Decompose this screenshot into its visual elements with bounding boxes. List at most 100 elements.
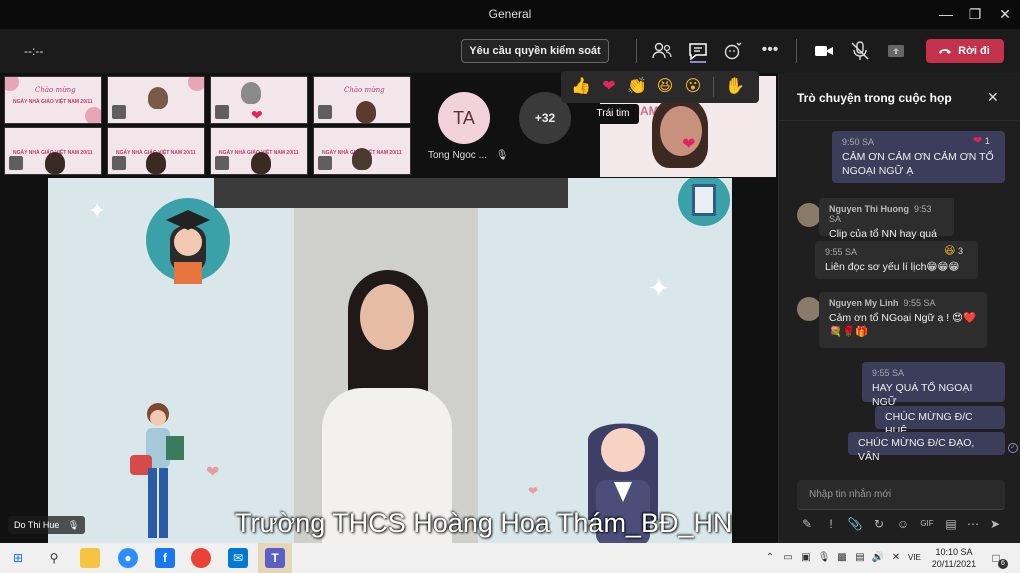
camera-icon[interactable] — [812, 39, 836, 63]
banner-text: NGÀY NHÀ GIÁO VIỆT NAM 20/11 — [13, 99, 93, 105]
notification-badge: 6 — [998, 559, 1008, 569]
message-sender: Nguyen My Linh — [829, 298, 899, 308]
message-text: CHÚC MỪNG Đ/C ĐẠO, VÂN — [858, 437, 975, 463]
mail-icon[interactable]: ✉ — [228, 548, 248, 568]
leave-button[interactable]: Rời đi — [926, 39, 1004, 63]
search-icon[interactable]: ⚲ — [44, 548, 64, 568]
attach-icon[interactable]: 📎 — [847, 516, 863, 532]
mic-muted-icon — [9, 156, 23, 170]
message-text: CẢM ƠN CẢM ƠN CẢM ƠN TỔ NGOẠI NGỮ Ạ — [842, 151, 994, 177]
format-icon[interactable]: ✎ — [799, 516, 815, 532]
participant-tile[interactable]: NGÀY NHÀ GIÁO VIỆT NAM 20/11 — [210, 127, 308, 175]
chat-message[interactable]: Nguyen My Linh 9:55 SA Cảm ơn tổ NGoại N… — [819, 292, 987, 348]
chat-title: Trò chuyện trong cuộc họp — [797, 91, 952, 105]
request-control-button[interactable]: Yêu cầu quyền kiểm soát — [461, 39, 609, 63]
priority-icon[interactable]: ! — [823, 516, 839, 532]
participant-tile[interactable]: NGÀY NHÀ GIÁO VIỆT NAM 20/11 — [313, 127, 411, 175]
microphone-muted-icon[interactable] — [848, 39, 872, 63]
heart-reaction-count[interactable]: ❤ 1 — [973, 134, 990, 147]
sparkle-icon: ✦ — [648, 273, 670, 303]
microphone-tray-icon[interactable]: 🎙 — [814, 548, 834, 568]
mic-muted-icon — [112, 105, 126, 119]
send-icon[interactable]: ➤ — [987, 516, 1003, 532]
chat-icon[interactable] — [686, 39, 710, 63]
message-sender: Nguyen Thi Huong — [829, 204, 909, 214]
laugh-icon[interactable]: 😆 — [655, 77, 675, 97]
maximize-icon[interactable]: ❐ — [963, 4, 987, 24]
battery-icon[interactable]: ▭ — [778, 548, 798, 568]
more-options-icon[interactable]: ⋯ — [965, 516, 981, 532]
heart-icon: ❤ — [206, 464, 220, 481]
share-screen-icon[interactable] — [884, 39, 908, 63]
file-explorer-icon[interactable] — [80, 548, 100, 568]
participant-avatar[interactable]: TA — [438, 92, 490, 144]
participant-tile[interactable]: ❤ — [210, 76, 308, 124]
avatar[interactable] — [797, 203, 821, 227]
chat-message[interactable]: CHÚC MỪNG Đ/C ĐẠO, VÂN — [848, 432, 1005, 463]
loop-icon[interactable]: ↻ — [871, 516, 887, 532]
sticker-icon[interactable]: ▤ — [943, 516, 959, 532]
participant-tile[interactable]: Chào mừng — [313, 76, 411, 124]
close-icon[interactable]: ✕ — [993, 4, 1017, 24]
meeting-controls: --:-- Yêu cầu quyền kiểm soát ••• Rời đi — [0, 29, 1020, 73]
chat-message[interactable]: Nguyen Thi Huong 9:53 SA Clip của tổ NN … — [819, 198, 954, 240]
message-text: Clip của tổ NN hay quá — [829, 228, 937, 240]
surprised-icon[interactable]: 😮 — [683, 77, 703, 97]
input-method-icon[interactable]: ✕ — [886, 548, 906, 568]
divider — [796, 39, 797, 63]
window-title: General — [488, 7, 532, 21]
chevron-up-icon[interactable]: ⌃ — [760, 548, 780, 568]
volume-icon[interactable]: 🔊 — [868, 548, 888, 568]
camera-tray-icon[interactable]: ▣ — [796, 548, 816, 568]
chat-message[interactable]: CHÚC MỪNG Đ/C HUỆ — [875, 406, 1005, 437]
laugh-reaction-count[interactable]: 😆 3 — [944, 244, 963, 257]
heart-icon[interactable]: ❤ — [599, 77, 619, 97]
windows-start-icon[interactable]: ⊞ — [8, 548, 28, 568]
heart-icon: ❤ — [528, 484, 539, 498]
clock-date: 20/11/2021 — [931, 559, 977, 569]
participant-tile[interactable]: NGÀY NHÀ GIÁO VIỆT NAM 20/11 — [107, 127, 205, 175]
mic-muted-icon — [318, 156, 332, 170]
minimize-icon[interactable]: — — [934, 4, 958, 24]
message-text: HAY QUÁ TỔ NGOẠI NGỮ — [872, 382, 973, 408]
message-text: Cảm ơn tổ NGoại Ngữ ạ ! 😍❤️ — [829, 312, 977, 324]
participants-icon[interactable] — [650, 39, 674, 63]
meeting-timer: --:-- — [24, 44, 44, 58]
like-icon[interactable]: 👍 — [571, 77, 591, 97]
chat-message[interactable]: 9:55 SA HAY QUÁ TỔ NGOẠI NGỮ — [862, 362, 1005, 408]
facebook-icon[interactable]: f — [155, 548, 175, 568]
clock[interactable]: 10:10 SA 20/11/2021 — [930, 546, 978, 570]
applause-icon[interactable]: 👏 — [627, 77, 647, 97]
shared-video[interactable]: ✦ ✦ ❤ ❤ — [48, 178, 732, 543]
network-icon[interactable]: ▤ — [850, 548, 870, 568]
mic-muted-icon — [318, 105, 332, 119]
mic-muted-icon: 🎙 — [67, 520, 80, 530]
girl-with-books-illustration — [130, 403, 184, 538]
participant-tile[interactable] — [107, 76, 205, 124]
participant-tile[interactable]: NGÀY NHÀ GIÁO VIỆT NAM 20/11 — [4, 127, 102, 175]
message-time: 9:55 SA — [903, 298, 936, 308]
gif-icon[interactable]: GIF — [919, 516, 935, 532]
close-chat-icon[interactable]: ✕ — [987, 89, 999, 106]
teams-taskbar-button[interactable]: T — [258, 543, 292, 573]
emoji-icon[interactable]: ☺ — [895, 516, 911, 532]
more-options-icon[interactable]: ••• — [758, 39, 782, 63]
zoom-icon[interactable]: ● — [118, 548, 138, 568]
mic-muted-icon: 🎙 — [495, 150, 509, 161]
leave-label: Rời đi — [958, 45, 990, 57]
mic-muted-icon — [215, 105, 229, 119]
avatar[interactable] — [797, 297, 821, 321]
compose-toolbar: ✎ ! 📎 ↻ ☺ GIF ▤ ⋯ ➤ — [797, 516, 1007, 534]
participant-tile[interactable]: Chào mừng NGÀY NHÀ GIÁO VIỆT NAM 20/11 — [4, 76, 102, 124]
reactions-icon[interactable] — [722, 39, 746, 63]
chrome-icon[interactable] — [191, 548, 211, 568]
display-icon[interactable]: ▩ — [832, 548, 852, 568]
message-input[interactable]: Nhập tin nhắn mới — [797, 480, 1005, 510]
book-illustration — [678, 178, 730, 226]
video-stage: Chào mừng NGÀY NHÀ GIÁO VIỆT NAM 20/11 ❤… — [0, 73, 778, 543]
chat-panel: Trò chuyện trong cuộc họp ✕ 9:50 SA CẢM … — [778, 73, 1020, 543]
message-text: Liên đọc sơ yếu lí lịch😁😁😁 — [825, 261, 960, 273]
raise-hand-icon[interactable]: ✋ — [725, 77, 745, 97]
language-indicator[interactable]: VIE — [908, 553, 921, 562]
message-time: 9:55 SA — [872, 368, 905, 378]
